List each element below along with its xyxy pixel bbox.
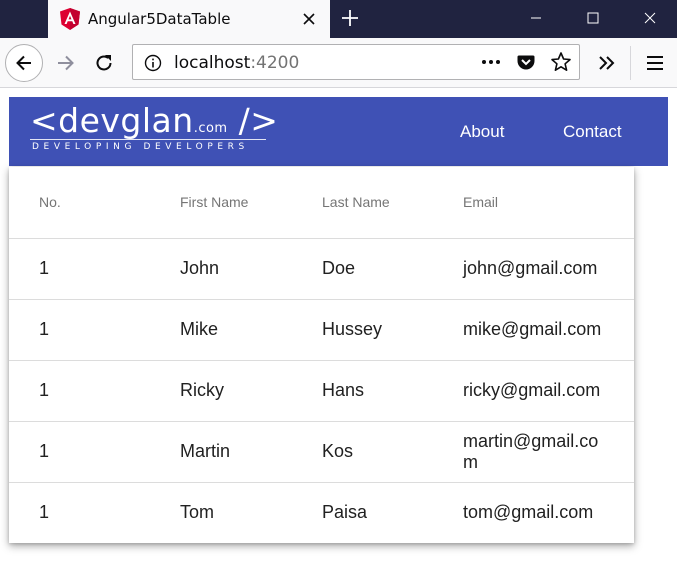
cell-email: tom@gmail.com (463, 502, 594, 523)
double-chevron-icon[interactable] (596, 52, 618, 74)
tab-title: Angular5DataTable (88, 10, 231, 28)
minimize-icon[interactable] (526, 8, 546, 28)
url-bar[interactable]: localhost:4200 (132, 44, 580, 80)
cell-last-name: Hussey (292, 299, 433, 361)
hamburger-menu-icon[interactable] (644, 52, 666, 74)
table-row: 1 Tom Paisa tom@gmail.com (9, 482, 634, 543)
cell-no: 1 (9, 238, 150, 300)
url-host: localhost (174, 53, 251, 73)
table-row: 1 Mike Hussey mike@gmail.com (9, 299, 634, 361)
more-dots-icon[interactable] (479, 52, 503, 72)
back-button[interactable] (5, 44, 43, 82)
reload-icon[interactable] (93, 52, 115, 74)
cell-first-name: Mike (150, 299, 292, 361)
cell-first-name: John (150, 238, 292, 300)
cell-no: 1 (9, 299, 150, 361)
app-navbar: <devglan.com /> DEVELOPING DEVELOPERS Ab… (9, 97, 668, 166)
cell-email: martin@gmail.com (433, 421, 634, 483)
nav-link-contact[interactable]: Contact (563, 122, 622, 142)
window-titlebar: Angular5DataTable (0, 0, 677, 38)
cell-no: 1 (9, 421, 150, 483)
data-table-card: No. First Name Last Name Email 1 John Do… (9, 167, 634, 543)
nav-toolbar: localhost:4200 (0, 38, 677, 88)
cell-email: john@gmail.com (433, 238, 634, 300)
maximize-icon[interactable] (583, 8, 603, 28)
url-text[interactable]: localhost:4200 (174, 53, 299, 73)
url-port: :4200 (250, 53, 300, 73)
page-content: <devglan.com /> DEVELOPING DEVELOPERS Ab… (0, 88, 677, 566)
user-table: No. First Name Last Name Email 1 John Do… (9, 167, 634, 543)
forward-arrow-icon[interactable] (55, 52, 77, 74)
window-close-icon[interactable] (640, 8, 660, 28)
close-icon[interactable] (300, 10, 318, 28)
table-row: 1 Martin Kos martin@gmail.com (9, 421, 634, 483)
logo-wordmark: <devglan.com /> (30, 101, 279, 140)
logo-rule (30, 139, 266, 140)
column-header-no[interactable]: No. (9, 167, 150, 239)
table-row: 1 Ricky Hans ricky@gmail.com (9, 360, 634, 422)
cell-no: 1 (9, 360, 150, 422)
cell-email: mike@gmail.com (433, 299, 634, 361)
angular-logo-icon (60, 8, 80, 30)
column-header-email[interactable]: Email (433, 167, 634, 239)
cell-email: ricky@gmail.com (433, 360, 634, 422)
devglan-logo[interactable]: <devglan.com /> DEVELOPING DEVELOPERS (30, 101, 278, 157)
info-icon[interactable] (143, 53, 163, 73)
column-header-first-name[interactable]: First Name (150, 167, 292, 239)
table-header-row: No. First Name Last Name Email (9, 167, 634, 239)
cell-first-name: Ricky (150, 360, 292, 422)
cell-last-name: Paisa (322, 502, 368, 523)
table-row: 1 John Doe john@gmail.com (9, 238, 634, 300)
column-header-last-name[interactable]: Last Name (292, 167, 433, 239)
cell-last-name: Hans (292, 360, 433, 422)
nav-link-about[interactable]: About (460, 122, 504, 142)
logo-tagline: DEVELOPING DEVELOPERS (32, 142, 249, 152)
pocket-icon[interactable] (516, 52, 536, 72)
cell-no: 1 (39, 502, 50, 523)
cell-first-name: Tom (180, 502, 215, 523)
plus-icon[interactable] (340, 8, 360, 28)
cell-last-name: Doe (292, 238, 433, 300)
toolbar-divider (630, 46, 631, 80)
cell-last-name: Kos (292, 421, 433, 483)
back-arrow-icon (16, 55, 31, 71)
cell-first-name: Martin (150, 421, 292, 483)
star-icon[interactable] (550, 51, 572, 73)
browser-tab[interactable]: Angular5DataTable (48, 0, 330, 38)
